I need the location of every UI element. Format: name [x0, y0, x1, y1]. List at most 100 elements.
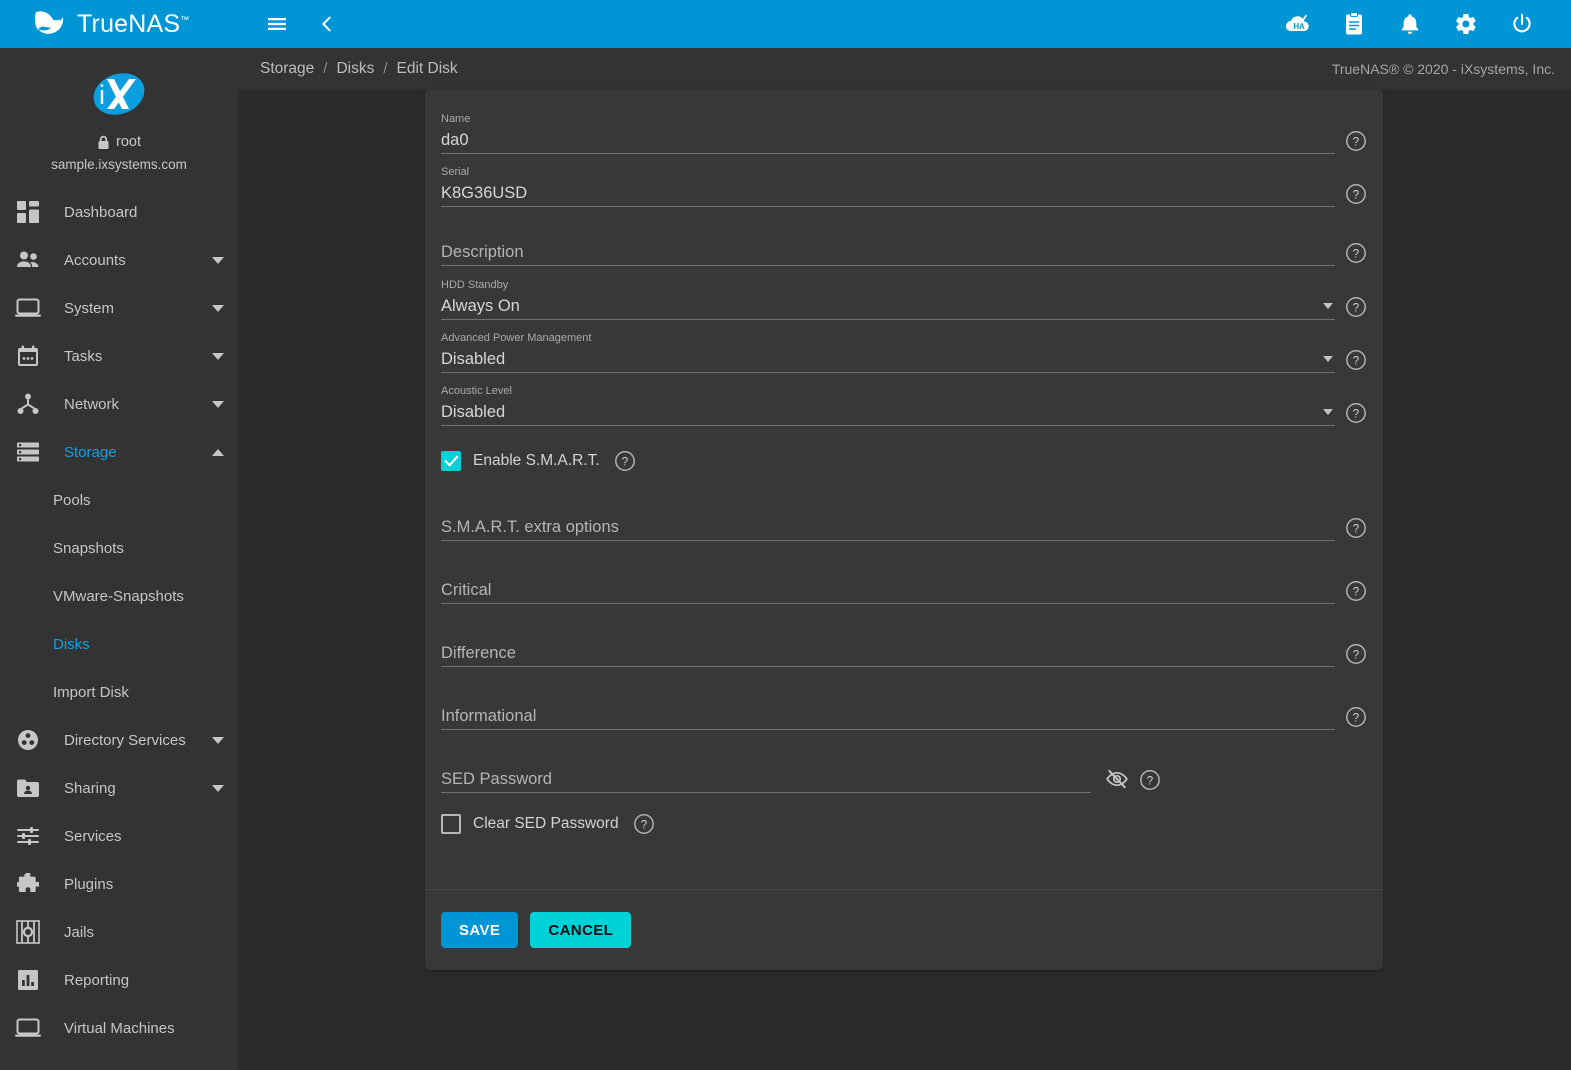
critical-input[interactable]: Critical	[441, 578, 1335, 604]
help-circle-icon[interactable]: ?	[1139, 769, 1161, 791]
field-spacer	[441, 688, 1335, 702]
help-circle-icon[interactable]: ?	[1345, 402, 1367, 424]
sidebar-item-sharing[interactable]: Sharing	[0, 764, 238, 812]
help-circle-icon[interactable]: ?	[1345, 183, 1367, 205]
chevron-down-icon[interactable]	[212, 785, 224, 792]
notifications-bell-icon[interactable]	[1393, 7, 1427, 41]
sidebar-item-system[interactable]: System	[0, 284, 238, 332]
sidebar-item-label: Tasks	[64, 348, 212, 365]
hdd-standby-value: Always On	[441, 294, 520, 318]
chevron-left-icon[interactable]	[310, 7, 344, 41]
sidebar-subitem-vmware-snapshots[interactable]: VMware-Snapshots	[0, 572, 238, 620]
chevron-down-icon[interactable]	[212, 401, 224, 408]
advanced-power-management-select[interactable]: Disabled	[441, 347, 1335, 373]
chevron-down-icon[interactable]	[212, 257, 224, 264]
breadcrumb-item-disks[interactable]: Disks	[336, 60, 374, 78]
field-name: Name da0 ?	[441, 107, 1367, 154]
hamburger-menu-icon[interactable]	[260, 7, 294, 41]
chevron-down-icon[interactable]	[212, 353, 224, 360]
breadcrumb-separator: /	[323, 60, 327, 77]
field-serial-wrapper: Serial K8G36USD	[441, 160, 1335, 207]
help-circle-icon[interactable]: ?	[1345, 580, 1367, 602]
directory-services-icon	[12, 726, 44, 754]
sidebar-item-storage[interactable]: Storage	[0, 428, 238, 476]
description-input[interactable]: Description	[441, 240, 1335, 266]
sidebar-item-label: System	[64, 300, 212, 317]
sidebar-subitem-import-disk[interactable]: Import Disk	[0, 668, 238, 716]
sidebar-item-network[interactable]: Network	[0, 380, 238, 428]
help-circle-icon[interactable]: ?	[1345, 706, 1367, 728]
help-circle-icon[interactable]: ?	[1345, 242, 1367, 264]
sed-password-input[interactable]: SED Password	[441, 767, 1091, 793]
brand-name-text: TrueNAS	[77, 10, 180, 38]
hdd-standby-select[interactable]: Always On	[441, 294, 1335, 320]
chevron-up-icon[interactable]	[212, 449, 224, 456]
informational-input[interactable]: Informational	[441, 704, 1335, 730]
sidebar-item-jails[interactable]: Jails	[0, 908, 238, 956]
system-icon	[12, 294, 44, 322]
save-button[interactable]: SAVE	[441, 912, 518, 948]
tasks-calendar-icon	[12, 342, 44, 370]
svg-text:?: ?	[1353, 355, 1359, 367]
storage-icon	[12, 438, 44, 466]
settings-gear-icon[interactable]	[1449, 7, 1483, 41]
accounts-icon	[12, 246, 44, 274]
help-circle-icon[interactable]: ?	[1345, 349, 1367, 371]
brand-logo-area[interactable]: TrueNAS™	[0, 0, 238, 48]
sidebar-item-label: Directory Services	[64, 732, 212, 749]
help-circle-icon[interactable]: ?	[633, 813, 655, 835]
sidebar-item-plugins[interactable]: Plugins	[0, 860, 238, 908]
sidebar-item-accounts[interactable]: Accounts	[0, 236, 238, 284]
svg-text:?: ?	[1353, 189, 1359, 201]
task-manager-icon[interactable]	[1337, 7, 1371, 41]
name-input[interactable]: da0	[441, 128, 1335, 154]
acoustic-level-value: Disabled	[441, 400, 505, 424]
clear-sed-password-checkbox[interactable]	[441, 814, 461, 834]
plugins-puzzle-icon	[12, 870, 44, 898]
smart-extra-options-input[interactable]: S.M.A.R.T. extra options	[441, 515, 1335, 541]
sidebar-subitem-snapshots[interactable]: Snapshots	[0, 524, 238, 572]
chevron-down-icon[interactable]	[212, 737, 224, 744]
sidebar-item-directory-services[interactable]: Directory Services	[0, 716, 238, 764]
breadcrumb-item-edit-disk: Edit Disk	[397, 60, 458, 78]
field-sed-password: SED Password ?	[441, 746, 1367, 793]
help-circle-icon[interactable]: ?	[1345, 643, 1367, 665]
help-circle-icon[interactable]: ?	[1345, 517, 1367, 539]
truenas-wave-logo-icon	[33, 9, 65, 39]
enable-smart-checkbox[interactable]	[441, 451, 461, 471]
brand-trademark: ™	[180, 14, 189, 24]
sidebar-item-reporting[interactable]: Reporting	[0, 956, 238, 1004]
sidebar-item-dashboard[interactable]: Dashboard	[0, 188, 238, 236]
sidebar-item-services[interactable]: Services	[0, 812, 238, 860]
difference-input[interactable]: Difference	[441, 641, 1335, 667]
eye-off-icon[interactable]	[1105, 767, 1129, 791]
ha-status-icon[interactable]: HA	[1281, 7, 1315, 41]
cancel-button[interactable]: CANCEL	[530, 912, 631, 948]
field-hdd-standby: HDD Standby Always On ?	[441, 273, 1367, 320]
chevron-down-icon	[1323, 303, 1333, 309]
field-spacer	[441, 625, 1335, 639]
sidebar-item-label: Network	[64, 396, 212, 413]
breadcrumb-item-storage[interactable]: Storage	[260, 60, 314, 78]
sidebar-subitem-disks[interactable]: Disks	[0, 620, 238, 668]
sidebar-item-label: Jails	[64, 924, 224, 941]
sidebar-item-virtual-machines[interactable]: Virtual Machines	[0, 1004, 238, 1052]
field-spacer	[441, 751, 1091, 765]
field-spacer	[441, 499, 1335, 513]
chevron-down-icon[interactable]	[212, 305, 224, 312]
enable-smart-row: Enable S.M.A.R.T. ?	[441, 450, 1367, 472]
sidebar-item-tasks[interactable]: Tasks	[0, 332, 238, 380]
sidebar-item-label: Reporting	[64, 972, 224, 989]
field-hdd-standby-wrapper: HDD Standby Always On	[441, 273, 1335, 320]
sidebar-subitem-pools[interactable]: Pools	[0, 476, 238, 524]
sidebar-subitem-label: Disks	[53, 636, 90, 653]
sidebar-item-label: Accounts	[64, 252, 212, 269]
power-icon[interactable]	[1505, 7, 1539, 41]
field-acoustic-level: Acoustic Level Disabled ?	[441, 379, 1367, 426]
sidebar: i root sample.ixsystems.com	[0, 48, 238, 1070]
help-circle-icon[interactable]: ?	[614, 450, 636, 472]
serial-input[interactable]: K8G36USD	[441, 181, 1335, 207]
help-circle-icon[interactable]: ?	[1345, 296, 1367, 318]
acoustic-level-select[interactable]: Disabled	[441, 400, 1335, 426]
help-circle-icon[interactable]: ?	[1345, 130, 1367, 152]
